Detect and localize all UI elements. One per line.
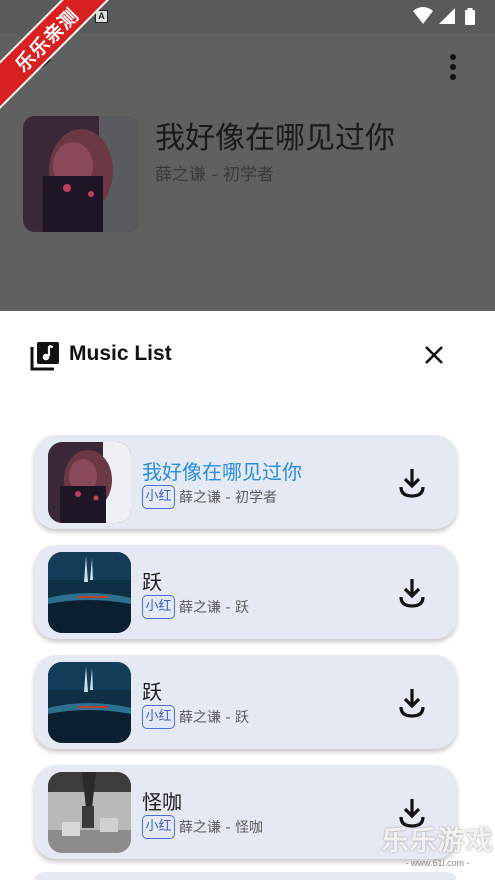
song-artist: 薛之谦 - 怪咖: [179, 820, 263, 836]
download-icon[interactable]: [399, 467, 425, 499]
song-title: 跃: [142, 570, 162, 594]
more-vert-icon[interactable]: [447, 52, 459, 82]
song-title: 怪咖: [142, 790, 182, 814]
download-icon[interactable]: [399, 687, 425, 719]
song-title: 跃: [142, 680, 162, 704]
music-library-icon: [30, 342, 59, 371]
source-badge: 小红: [142, 595, 175, 619]
source-badge: 小红: [142, 705, 175, 729]
song-artist: 薛之谦 - 初学者: [179, 490, 277, 506]
playlist-item[interactable]: 我好像在哪见过你 小红 薛之谦 - 初学者: [34, 435, 457, 529]
song-cover: [48, 552, 131, 633]
song-cover: [48, 662, 131, 743]
wifi-icon: [413, 7, 433, 24]
now-playing-artist: 薛之谦 - 初学者: [155, 165, 274, 185]
now-playing-title: 我好像在哪见过你: [155, 121, 395, 156]
song-cover: [48, 772, 131, 853]
source-badge: 小红: [142, 815, 175, 839]
close-icon[interactable]: [420, 341, 448, 369]
download-icon[interactable]: [399, 577, 425, 609]
watermark-text: 乐乐游戏: [381, 826, 494, 857]
watermark: 乐乐游戏 - www.61l.com -: [380, 826, 495, 880]
battery-icon: [465, 8, 475, 25]
source-badge: 小红: [142, 485, 175, 509]
status-icons: [413, 7, 475, 25]
music-list-sheet: Music List 我好像在哪见过你 小红 薛之谦 - 初学者 跃 小红 薛之…: [0, 311, 495, 880]
song-artist: 薛之谦 - 跃: [179, 710, 249, 726]
playlist-item[interactable]: 跃 小红 薛之谦 - 跃: [34, 655, 457, 749]
cellular-signal-icon: [439, 8, 455, 24]
song-title: 我好像在哪见过你: [142, 460, 302, 484]
sheet-title: Music List: [69, 342, 172, 365]
download-icon[interactable]: [399, 797, 425, 829]
song-artist: 薛之谦 - 跃: [179, 600, 249, 616]
song-cover: [48, 442, 131, 523]
now-playing-cover: [23, 116, 139, 232]
playlist-item[interactable]: 跃 小红 薛之谦 - 跃: [34, 545, 457, 639]
watermark-url: - www.61l.com -: [405, 858, 470, 868]
